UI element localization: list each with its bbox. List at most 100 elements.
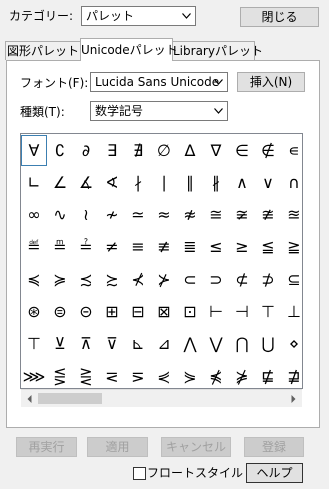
symbol-cell[interactable]: ⊆ [281, 264, 307, 295]
symbol-cell[interactable]: ⊜ [47, 297, 73, 328]
symbol-cell[interactable]: ∈ [229, 135, 255, 166]
symbol-cell[interactable]: ⊼ [73, 329, 99, 360]
symbol-cell[interactable]: ⋂ [229, 329, 255, 360]
symbol-cell[interactable]: ⊛ [21, 297, 47, 328]
symbol-cell[interactable]: ⊤ [255, 297, 281, 328]
symbol-cell[interactable]: ⋜ [99, 361, 125, 392]
symbol-cell[interactable]: ≅ [203, 200, 229, 231]
symbol-cell[interactable]: ∁ [47, 135, 73, 166]
symbol-cell[interactable]: ⊞ [99, 297, 125, 328]
symbol-cell[interactable]: ∉ [255, 135, 281, 166]
category-dropdown[interactable]: パレット [81, 6, 196, 26]
symbol-cell[interactable]: ∆ [177, 135, 203, 166]
symbol-cell[interactable]: ∧ [229, 167, 255, 198]
tab-library-palette[interactable]: Libraryパレット [172, 41, 263, 60]
float-style-checkbox[interactable] [133, 467, 146, 480]
symbol-cell[interactable]: ∇ [203, 135, 229, 166]
tab-unicode-palette[interactable]: Unicodeパレット [80, 38, 178, 61]
symbol-cell[interactable]: ⊤ [21, 329, 47, 360]
kind-dropdown[interactable]: 数学記号 [90, 101, 228, 121]
symbol-cell[interactable]: ⋠ [203, 361, 229, 392]
symbol-cell[interactable]: ≀ [73, 200, 99, 231]
symbol-cell[interactable]: ≆ [229, 200, 255, 231]
help-button[interactable]: ヘルプ [246, 463, 303, 483]
symbol-cell[interactable]: ≠ [99, 232, 125, 263]
symbol-cell[interactable]: ∅ [151, 135, 177, 166]
symbol-cell[interactable]: ∿ [47, 200, 73, 231]
symbol-cell[interactable]: ∤ [125, 167, 151, 198]
symbol-cell[interactable]: ⊁ [151, 264, 177, 295]
symbol-cell[interactable]: ∦ [203, 167, 229, 198]
font-dropdown[interactable]: Lucida Sans Unicode [90, 72, 228, 92]
symbol-cell[interactable]: ∡ [73, 167, 99, 198]
apply-button[interactable]: 適用 [87, 437, 148, 457]
symbol-cell[interactable]: ≈ [151, 200, 177, 231]
symbol-cell[interactable]: ≞ [47, 232, 73, 263]
symbol-cell[interactable]: ∄ [125, 135, 151, 166]
symbol-cell[interactable]: ⊠ [151, 297, 177, 328]
symbol-cell[interactable]: ⊢ [203, 297, 229, 328]
symbol-cell[interactable]: ∂ [73, 135, 99, 166]
symbol-cell[interactable]: ≇ [255, 200, 281, 231]
symbol-cell[interactable]: ≢ [151, 232, 177, 263]
symbol-cell[interactable]: ∣ [151, 167, 177, 198]
symbol-cell[interactable]: ≡ [125, 232, 151, 263]
symbol-cell[interactable]: ∊ [281, 135, 307, 166]
symbol-cell[interactable]: ∃ [99, 135, 125, 166]
redo-button[interactable]: 再実行 [16, 437, 77, 457]
symbol-cell[interactable]: ⊡ [177, 297, 203, 328]
symbol-cell[interactable]: ≣ [177, 232, 203, 263]
symbol-cell[interactable]: ≦ [255, 232, 281, 263]
symbol-cell[interactable]: ≾ [73, 264, 99, 295]
symbol-cell[interactable]: ⊄ [229, 264, 255, 295]
symbol-cell[interactable]: ⊿ [151, 329, 177, 360]
scroll-left-icon[interactable] [21, 390, 38, 407]
symbol-cell[interactable]: ⊟ [125, 297, 151, 328]
symbol-cell[interactable]: ∠ [47, 167, 73, 198]
symbol-cell[interactable]: ⋢ [255, 361, 281, 392]
symbol-cell[interactable]: ≁ [99, 200, 125, 231]
tab-shape-palette[interactable]: 図形パレット [5, 41, 81, 60]
symbol-cell[interactable]: ⊥ [281, 297, 307, 328]
register-button[interactable]: 登録 [244, 437, 304, 457]
scrollbar-thumb[interactable] [38, 393, 102, 404]
symbol-cell[interactable]: ⊝ [73, 297, 99, 328]
symbol-cell[interactable]: ⋛ [73, 361, 99, 392]
symbol-cell[interactable]: ⋀ [177, 329, 203, 360]
symbol-cell[interactable]: ⋣ [281, 361, 307, 392]
symbol-cell[interactable]: ⊂ [177, 264, 203, 295]
symbol-cell[interactable]: ≃ [125, 200, 151, 231]
symbol-cell[interactable]: ⋡ [229, 361, 255, 392]
symbol-cell[interactable]: ≼ [21, 264, 47, 295]
symbol-cell[interactable]: ⋚ [47, 361, 73, 392]
symbol-cell[interactable]: ∞ [21, 200, 47, 231]
symbol-cell[interactable]: ⋝ [125, 361, 151, 392]
symbol-cell[interactable]: ⋞ [151, 361, 177, 392]
symbol-cell[interactable]: ∢ [99, 167, 125, 198]
symbol-cell[interactable]: ≤ [203, 232, 229, 263]
close-button[interactable]: 閉じる [240, 7, 319, 27]
symbol-cell[interactable]: ∟ [21, 167, 47, 198]
symbol-cell[interactable]: ∀ [21, 135, 47, 166]
scroll-right-icon[interactable] [285, 390, 302, 407]
symbol-cell[interactable]: ⋁ [203, 329, 229, 360]
symbol-cell[interactable]: ∨ [255, 167, 281, 198]
symbol-cell[interactable]: ⋄ [281, 329, 307, 360]
symbol-cell[interactable]: ⋃ [255, 329, 281, 360]
symbol-cell[interactable]: ⊀ [125, 264, 151, 295]
symbol-cell[interactable]: ≟ [73, 232, 99, 263]
symbol-cell[interactable]: ≽ [47, 264, 73, 295]
symbol-cell[interactable]: ≉ [177, 200, 203, 231]
symbol-cell[interactable]: ≊ [281, 200, 307, 231]
horizontal-scrollbar[interactable] [21, 389, 302, 407]
cancel-button[interactable]: キャンセル [161, 437, 231, 457]
symbol-cell[interactable]: ⊃ [203, 264, 229, 295]
symbol-cell[interactable]: ⊽ [99, 329, 125, 360]
symbol-cell[interactable]: ⊻ [47, 329, 73, 360]
symbol-cell[interactable]: ∥ [177, 167, 203, 198]
symbol-cell[interactable]: ∩ [281, 167, 307, 198]
symbol-cell[interactable]: ≧ [281, 232, 307, 263]
symbol-cell[interactable]: ⋟ [177, 361, 203, 392]
symbol-cell[interactable]: ≥ [229, 232, 255, 263]
symbol-cell[interactable]: ≿ [99, 264, 125, 295]
